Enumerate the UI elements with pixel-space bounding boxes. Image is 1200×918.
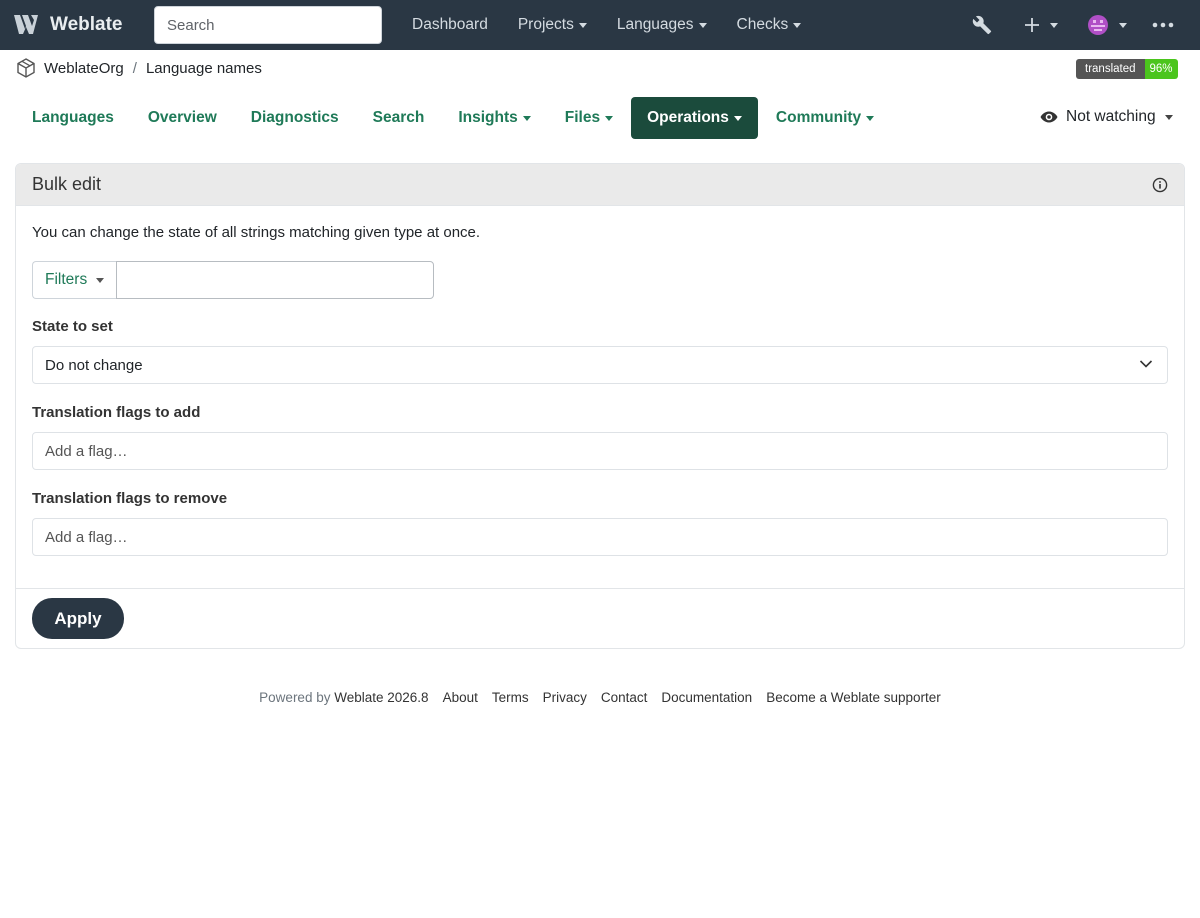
wrench-button[interactable] bbox=[972, 0, 992, 50]
badge-value: 96% bbox=[1144, 59, 1178, 79]
caret-down-icon bbox=[866, 115, 875, 121]
tab-label: Search bbox=[372, 109, 425, 126]
nav-languages-label: Languages bbox=[616, 16, 694, 33]
caret-down-icon bbox=[578, 22, 587, 28]
tab-label: Diagnostics bbox=[250, 109, 339, 126]
tab-insights[interactable]: Insights bbox=[442, 97, 546, 139]
organization-icon bbox=[17, 58, 35, 78]
footer-supporter-link[interactable]: Become a Weblate supporter bbox=[766, 690, 941, 705]
nav-languages[interactable]: Languages bbox=[617, 16, 707, 34]
state-label: State to set bbox=[32, 318, 113, 335]
plus-icon bbox=[1025, 18, 1039, 32]
more-icon bbox=[1152, 22, 1174, 28]
nav-checks[interactable]: Checks bbox=[737, 16, 802, 34]
filters-label: Filters bbox=[45, 271, 88, 288]
footer-about-link[interactable]: About bbox=[443, 690, 478, 705]
footer-terms-link[interactable]: Terms bbox=[492, 690, 529, 705]
card-title: Bulk edit bbox=[32, 174, 102, 194]
breadcrumb-organization[interactable]: WeblateOrg bbox=[44, 60, 124, 77]
page-footer: Powered by Weblate 2026.8 About Terms Pr… bbox=[0, 690, 1200, 705]
filters-dropdown-button[interactable]: Filters bbox=[32, 261, 117, 299]
caret-down-icon bbox=[522, 115, 531, 121]
brand-name: Weblate bbox=[50, 14, 123, 35]
wrench-icon bbox=[972, 15, 992, 35]
top-navbar: Weblate Dashboard Projects Languages Che… bbox=[0, 0, 1200, 50]
tab-files[interactable]: Files bbox=[549, 97, 629, 139]
badge-label: translated bbox=[1076, 59, 1145, 79]
nav-dashboard-label: Dashboard bbox=[412, 16, 488, 33]
powered-by-text: Powered by bbox=[259, 690, 331, 705]
user-menu-button[interactable] bbox=[1087, 0, 1127, 50]
flags-remove-input[interactable] bbox=[32, 518, 1168, 556]
caret-down-icon bbox=[1119, 22, 1127, 28]
watch-button[interactable]: Not watching bbox=[1040, 108, 1173, 126]
footer-privacy-link[interactable]: Privacy bbox=[543, 690, 587, 705]
nav-dashboard[interactable]: Dashboard bbox=[412, 16, 488, 34]
breadcrumb-project[interactable]: Language names bbox=[146, 60, 262, 77]
filters-group: Filters bbox=[32, 261, 435, 299]
nav-projects[interactable]: Projects bbox=[518, 16, 587, 34]
tab-label: Insights bbox=[458, 109, 518, 126]
translation-status-badge[interactable]: translated 96% bbox=[1076, 59, 1178, 79]
footer-powered-by: Powered by Weblate 2026.8 bbox=[259, 690, 428, 705]
flags-add-label: Translation flags to add bbox=[32, 404, 201, 421]
state-selected-value: Do not change bbox=[45, 356, 143, 374]
info-icon[interactable] bbox=[1152, 177, 1168, 193]
card-header: Bulk edit bbox=[16, 164, 1184, 206]
add-button[interactable] bbox=[1024, 0, 1058, 50]
nav-projects-label: Projects bbox=[517, 16, 574, 33]
tab-overview[interactable]: Overview bbox=[132, 97, 233, 139]
caret-down-icon bbox=[698, 22, 707, 28]
tab-languages[interactable]: Languages bbox=[16, 97, 130, 139]
brand-link[interactable]: Weblate bbox=[12, 12, 123, 38]
tab-community[interactable]: Community bbox=[760, 97, 890, 139]
tab-label: Files bbox=[564, 109, 601, 126]
tab-label: Operations bbox=[647, 109, 729, 126]
intro-text: You can change the state of all strings … bbox=[32, 224, 481, 241]
caret-down-icon bbox=[733, 115, 742, 121]
tab-label: Community bbox=[775, 109, 862, 126]
card-footer: Apply bbox=[16, 588, 1184, 648]
user-avatar-icon bbox=[1088, 15, 1108, 35]
caret-down-icon bbox=[1050, 22, 1058, 28]
global-search-input[interactable] bbox=[154, 6, 382, 44]
more-menu-button[interactable] bbox=[1152, 0, 1174, 50]
bulk-edit-card: Bulk edit You can change the state of al… bbox=[15, 163, 1185, 649]
caret-down-icon bbox=[1164, 114, 1173, 120]
nav-checks-label: Checks bbox=[736, 16, 789, 33]
footer-documentation-link[interactable]: Documentation bbox=[661, 690, 752, 705]
tab-label: Overview bbox=[147, 109, 217, 126]
caret-down-icon bbox=[605, 115, 614, 121]
tab-search[interactable]: Search bbox=[357, 97, 441, 139]
footer-contact-link[interactable]: Contact bbox=[601, 690, 648, 705]
breadcrumb: WeblateOrg / Language names bbox=[16, 58, 262, 78]
state-select[interactable]: Do not change bbox=[32, 346, 1168, 384]
footer-version-link[interactable]: Weblate 2026.8 bbox=[334, 690, 428, 705]
watch-label: Not watching bbox=[1066, 108, 1156, 125]
chevron-down-icon bbox=[1139, 360, 1153, 368]
breadcrumb-separator: / bbox=[132, 59, 137, 77]
eye-icon bbox=[1040, 111, 1058, 123]
caret-down-icon bbox=[96, 277, 105, 283]
tab-operations[interactable]: Operations bbox=[631, 97, 758, 139]
project-tabs: Languages Overview Diagnostics Search In… bbox=[16, 97, 892, 139]
apply-button[interactable]: Apply bbox=[32, 598, 124, 639]
tab-diagnostics[interactable]: Diagnostics bbox=[235, 97, 355, 139]
main-nav: Dashboard Projects Languages Checks bbox=[412, 0, 831, 50]
caret-down-icon bbox=[793, 22, 802, 28]
filters-query-input[interactable] bbox=[116, 261, 435, 299]
flags-remove-label: Translation flags to remove bbox=[32, 490, 228, 507]
weblate-logo-icon bbox=[14, 15, 38, 34]
flags-add-input[interactable] bbox=[32, 432, 1168, 470]
tab-label: Languages bbox=[32, 109, 114, 126]
